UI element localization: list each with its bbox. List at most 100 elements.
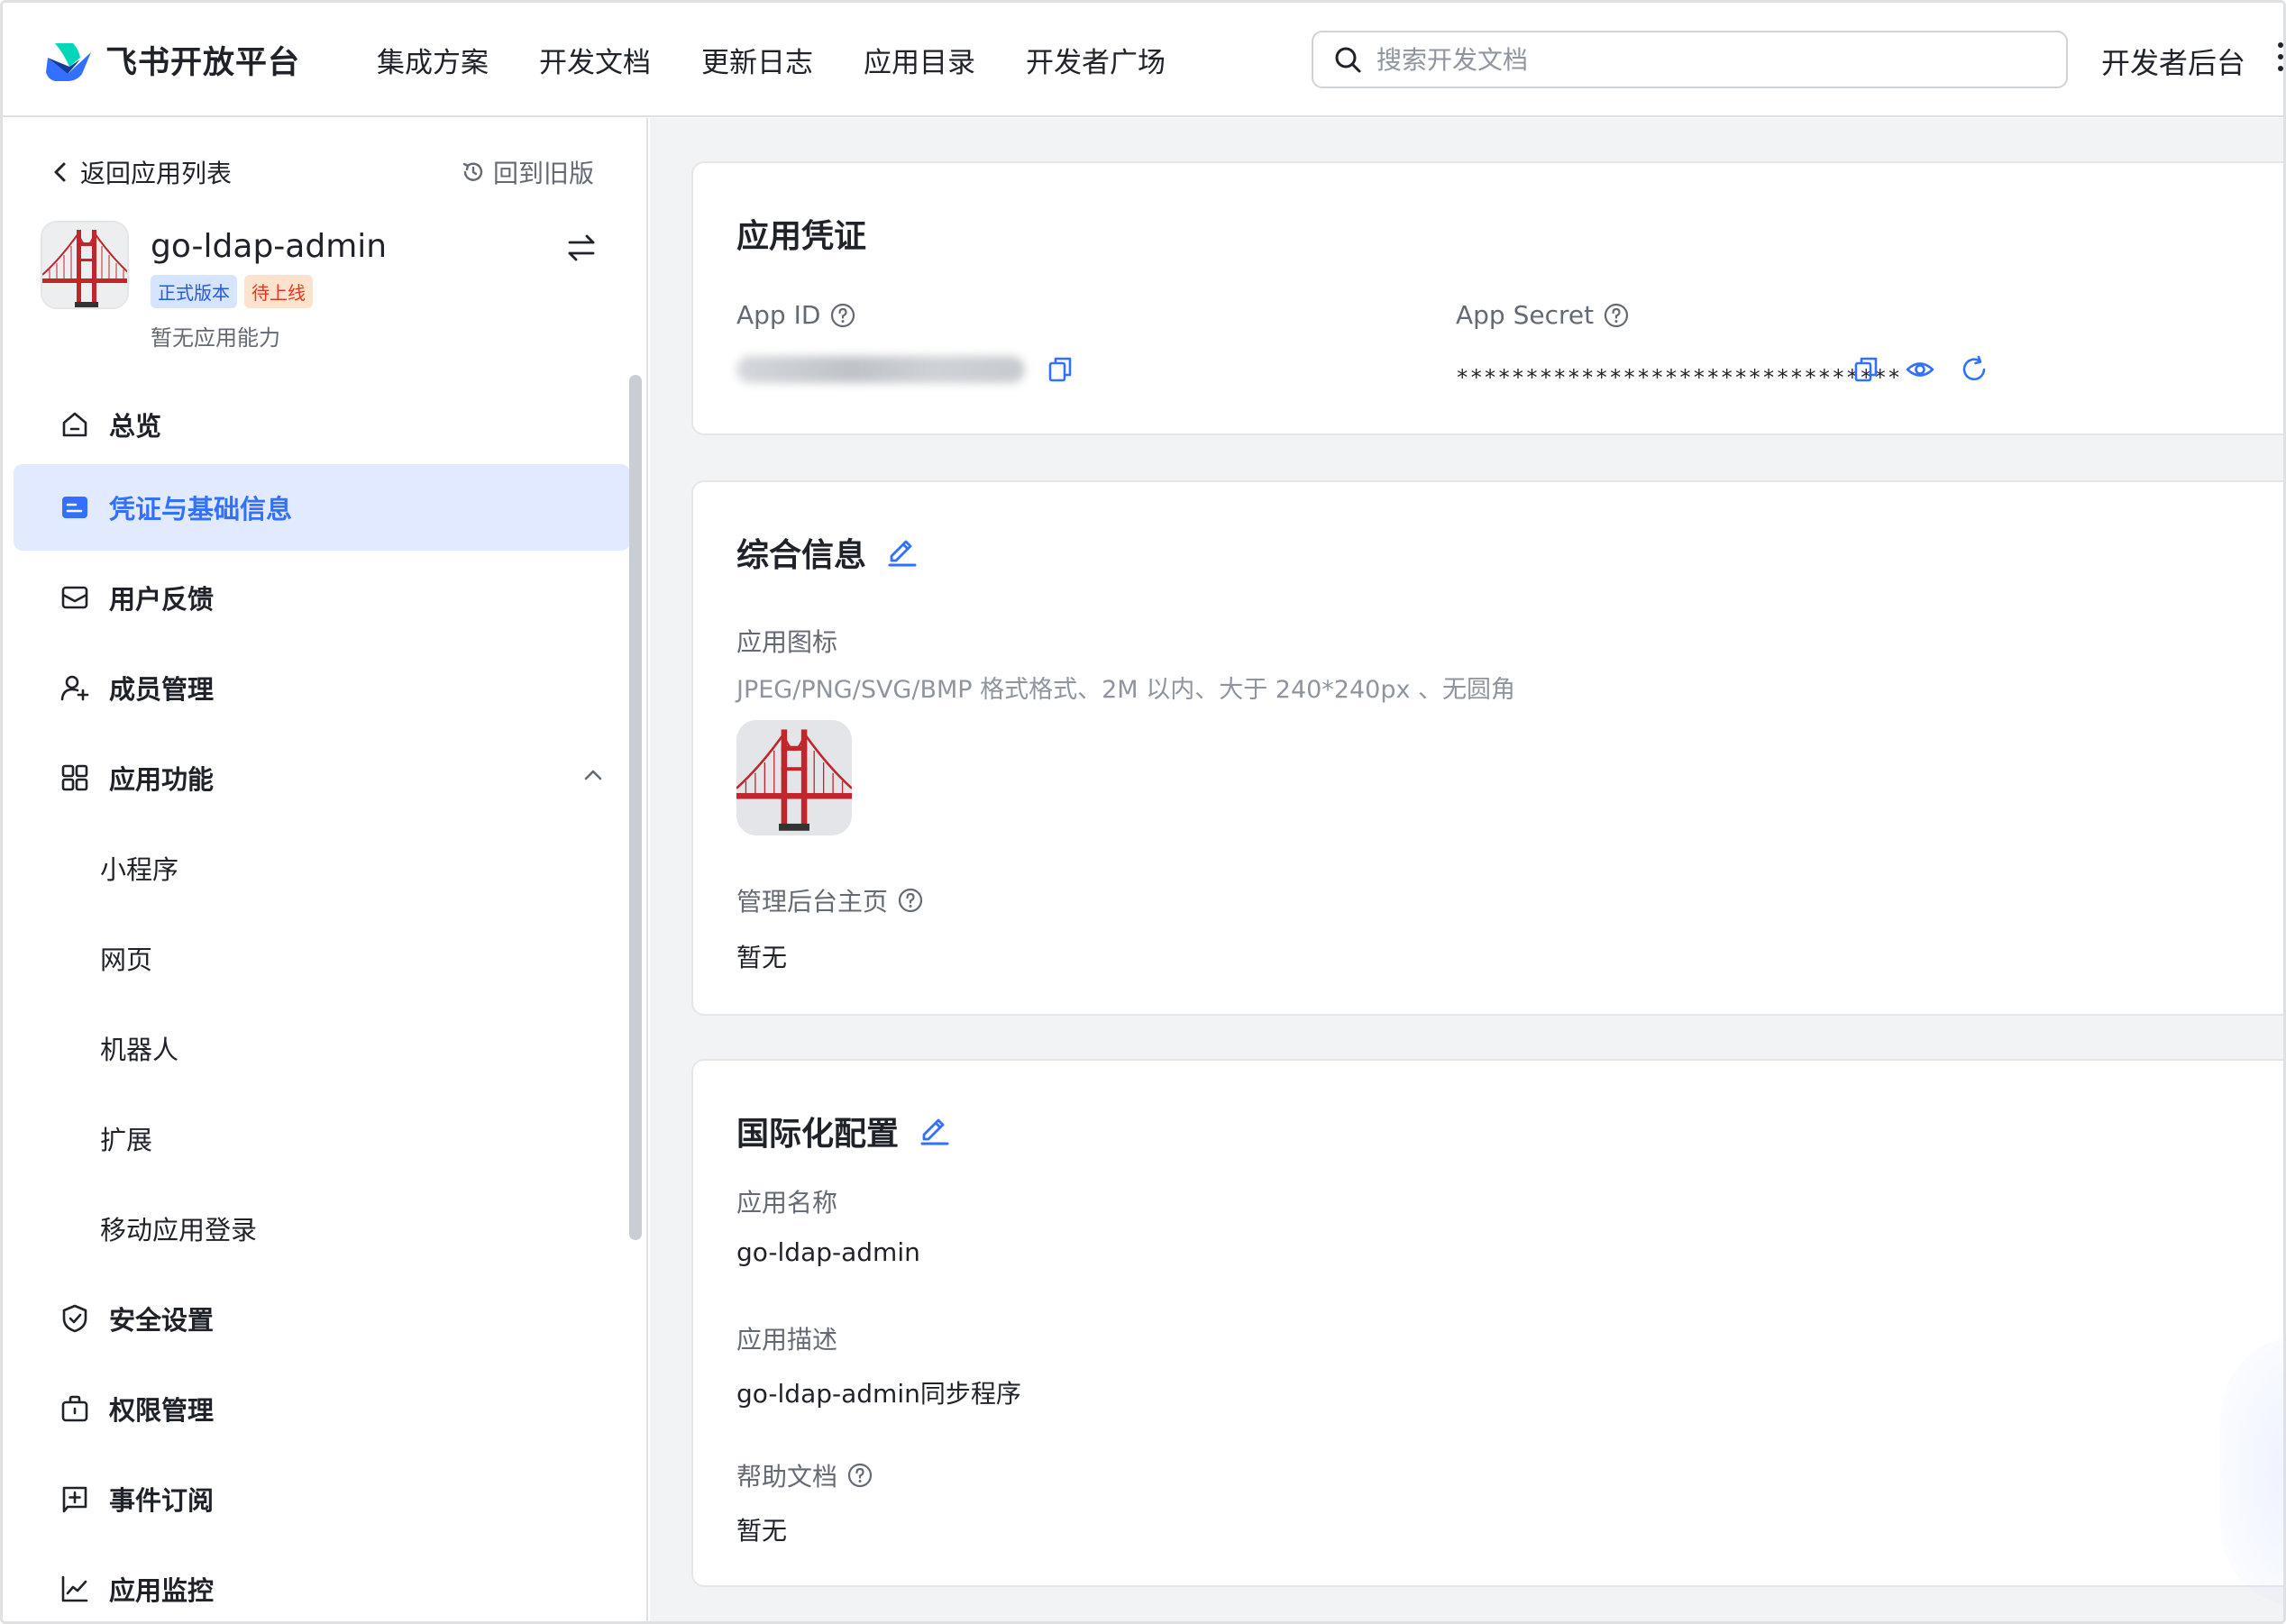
- admin-home-label: 管理后台主页: [736, 882, 924, 918]
- sidebar-item-label: 安全设置: [109, 1305, 215, 1336]
- sidebar: 返回应用列表 回到旧版 go-ldap-admin 正式版本 待上线 暂无应用能…: [3, 118, 648, 1621]
- sidebar-item-monitor[interactable]: 应用监控: [14, 1546, 630, 1621]
- app-name: go-ldap-admin: [151, 228, 388, 265]
- sidebar-item-label: 用户反馈: [109, 584, 215, 615]
- top-header: 飞书开放平台 集成方案 开发文档 更新日志 应用目录 开发者广场 开发者后台: [3, 3, 2283, 117]
- edit-icon[interactable]: [884, 533, 919, 567]
- app-icon-preview[interactable]: [736, 720, 852, 835]
- sidebar-subitem-label: 机器人: [100, 1035, 179, 1065]
- sidebar-subitem-mobile-login[interactable]: 移动应用登录: [14, 1185, 630, 1272]
- back-label: 返回应用列表: [80, 159, 233, 188]
- help-doc-label-text: 帮助文档: [736, 1462, 838, 1492]
- sidebar-subitem-label: 网页: [100, 944, 153, 975]
- sidebar-item-permissions[interactable]: 权限管理: [14, 1365, 630, 1452]
- switch-app-icon[interactable]: [565, 232, 598, 264]
- app-id-label: App ID: [736, 300, 856, 330]
- back-to-old-version[interactable]: 回到旧版: [461, 154, 594, 190]
- sidebar-subitem-bot[interactable]: 机器人: [14, 1005, 630, 1091]
- history-icon: [462, 162, 483, 181]
- sidebar-item-members[interactable]: 成员管理: [14, 644, 630, 731]
- sidebar-subitem-miniprogram[interactable]: 小程序: [14, 825, 630, 911]
- app-name-label: 应用名称: [736, 1188, 838, 1218]
- sidebar-subitem-label: 扩展: [100, 1125, 153, 1155]
- help-doc-value: 暂无: [736, 1516, 788, 1546]
- golden-gate-bridge-icon: [42, 223, 127, 307]
- copy-icon[interactable]: [1045, 354, 1075, 385]
- app-id-value-redacted: [736, 356, 1025, 383]
- status-badge-pending: 待上线: [244, 275, 313, 308]
- old-version-label: 回到旧版: [493, 159, 595, 188]
- lock-briefcase-icon: [59, 1392, 91, 1425]
- home-icon: [59, 408, 91, 441]
- sidebar-subitem-label: 移动应用登录: [100, 1215, 258, 1245]
- refresh-icon[interactable]: [1959, 354, 1989, 385]
- app-secret-label-text: App Secret: [1456, 300, 1595, 330]
- app-tags: 正式版本 待上线: [151, 275, 320, 308]
- feishu-logo-icon: [46, 42, 91, 81]
- sidebar-item-label: 应用功能: [109, 764, 215, 795]
- mail-icon: [59, 581, 91, 614]
- help-icon[interactable]: [829, 302, 856, 329]
- more-menu-icon[interactable]: [2276, 42, 2283, 78]
- sidebar-item-label: 权限管理: [109, 1395, 215, 1426]
- nav-integration[interactable]: 集成方案: [377, 40, 489, 80]
- brand-name: 飞书开放平台: [105, 45, 301, 81]
- event-subscribe-icon: [59, 1483, 91, 1515]
- nav-changelog[interactable]: 更新日志: [701, 40, 813, 80]
- sidebar-item-label: 凭证与基础信息: [109, 494, 293, 525]
- app-id-label-text: App ID: [736, 300, 821, 330]
- nav-dev-square[interactable]: 开发者广场: [1026, 40, 1166, 80]
- user-add-icon: [59, 671, 91, 704]
- i18n-title: 国际化配置: [736, 1116, 900, 1153]
- eye-icon[interactable]: [1905, 354, 1935, 385]
- sidebar-item-label: 应用监控: [109, 1575, 215, 1606]
- i18n-card: 国际化配置 应用名称 go-ldap-admin 应用描述 go-ldap-ad…: [691, 1059, 2283, 1587]
- copy-icon[interactable]: [1851, 354, 1881, 385]
- golden-gate-bridge-icon: [736, 720, 852, 835]
- sidebar-subitem-extension[interactable]: 扩展: [14, 1095, 630, 1182]
- help-icon[interactable]: [897, 887, 924, 914]
- admin-home-value: 暂无: [736, 943, 788, 972]
- sidebar-item-label: 事件订阅: [109, 1485, 215, 1516]
- app-desc-label: 应用描述: [736, 1325, 838, 1355]
- app-secret-label: App Secret: [1456, 300, 1630, 330]
- search-icon: [1335, 47, 1361, 73]
- line-chart-icon: [59, 1573, 91, 1605]
- sidebar-subitem-label: 小程序: [100, 854, 179, 885]
- app-capability-text: 暂无应用能力: [151, 325, 280, 351]
- general-info-card: 综合信息 应用图标 JPEG/PNG/SVG/BMP 格式格式、2M 以内、大于…: [691, 480, 2283, 1016]
- app-secret-value: ********************************: [1456, 365, 1902, 390]
- sidebar-scrollbar[interactable]: [629, 375, 642, 1240]
- help-icon[interactable]: [846, 1462, 873, 1489]
- brand[interactable]: 飞书开放平台: [42, 37, 300, 83]
- general-info-title: 综合信息: [736, 537, 867, 574]
- main-content: 应用凭证 App ID App Secret *****************…: [650, 118, 2283, 1621]
- sidebar-item-security[interactable]: 安全设置: [14, 1275, 630, 1362]
- developer-backend-link[interactable]: 开发者后台: [2101, 41, 2245, 82]
- chevron-up-icon[interactable]: [580, 762, 607, 789]
- sidebar-item-events[interactable]: 事件订阅: [14, 1455, 630, 1542]
- sidebar-item-feedback[interactable]: 用户反馈: [14, 554, 630, 641]
- sidebar-item-overview[interactable]: 总览: [14, 381, 630, 468]
- app-icon-hint: JPEG/PNG/SVG/BMP 格式格式、2M 以内、大于 240*240px…: [736, 676, 1516, 704]
- sidebar-item-credentials[interactable]: 凭证与基础信息: [14, 464, 630, 551]
- app-window: 飞书开放平台 集成方案 开发文档 更新日志 应用目录 开发者广场 开发者后台 返…: [0, 0, 2286, 1624]
- nav-app-directory[interactable]: 应用目录: [864, 40, 975, 80]
- chevron-left-icon: [54, 162, 66, 182]
- edit-icon[interactable]: [917, 1111, 951, 1145]
- status-badge-release: 正式版本: [151, 275, 237, 308]
- search-box[interactable]: [1312, 31, 2068, 88]
- search-input[interactable]: [1376, 44, 2025, 75]
- back-to-app-list[interactable]: 返回应用列表: [50, 154, 232, 190]
- app-icon-label: 应用图标: [736, 627, 838, 657]
- credentials-card: 应用凭证 App ID App Secret *****************…: [691, 161, 2283, 435]
- sidebar-subitem-webpage[interactable]: 网页: [14, 915, 630, 1001]
- sidebar-item-features[interactable]: 应用功能: [14, 734, 630, 821]
- nav-docs[interactable]: 开发文档: [539, 40, 651, 80]
- credential-card-icon: [59, 491, 91, 524]
- help-icon[interactable]: [1603, 302, 1630, 329]
- app-name-value: go-ldap-admin: [736, 1237, 920, 1267]
- app-avatar: [41, 221, 129, 309]
- admin-home-label-text: 管理后台主页: [736, 887, 889, 917]
- sidebar-item-label: 总览: [109, 411, 162, 442]
